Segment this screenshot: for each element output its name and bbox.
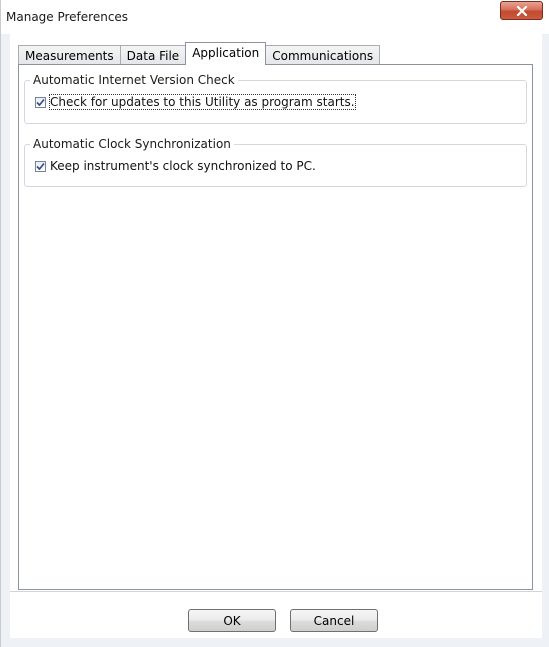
cancel-button[interactable]: Cancel (290, 609, 378, 632)
window-title: Manage Preferences (6, 10, 129, 24)
tab-label: Application (192, 46, 260, 60)
tab-strip: Measurements Data File Application Commu… (18, 42, 381, 65)
clock-sync-checkbox[interactable] (35, 160, 46, 172)
close-button[interactable] (500, 1, 543, 20)
application-tab-panel: Automatic Internet Version Check Check f… (18, 64, 533, 590)
checkmark-icon (36, 162, 45, 170)
clock-synchronization-group: Automatic Clock Synchronization Keep ins… (24, 137, 527, 187)
tab-label: Measurements (25, 48, 114, 63)
check-updates-checkbox[interactable] (35, 96, 46, 108)
tab-label: Data File (126, 48, 180, 63)
tab-data-file[interactable]: Data File (119, 45, 187, 65)
checkbox-label: Keep instrument's clock synchronized to … (50, 159, 316, 173)
tab-label: Communications (272, 48, 374, 63)
group-title: Automatic Clock Synchronization (30, 137, 234, 151)
internet-version-check-group: Automatic Internet Version Check Check f… (24, 73, 527, 124)
tab-communications[interactable]: Communications (265, 45, 381, 65)
check-updates-checkbox-row[interactable]: Check for updates to this Utility as pro… (35, 94, 356, 110)
group-title: Automatic Internet Version Check (30, 73, 238, 87)
checkbox-label: Check for updates to this Utility as pro… (49, 94, 356, 110)
checkmark-icon (36, 98, 45, 106)
tab-application[interactable]: Application (185, 42, 267, 65)
dialog-body: Measurements Data File Application Commu… (10, 34, 542, 638)
tab-measurements[interactable]: Measurements (18, 45, 121, 65)
footer-divider (10, 591, 542, 592)
manage-preferences-window: Manage Preferences Measurements Data Fil… (0, 0, 549, 647)
ok-button[interactable]: OK (188, 609, 276, 632)
close-icon (516, 5, 528, 16)
title-bar: Manage Preferences (1, 0, 549, 34)
clock-sync-checkbox-row[interactable]: Keep instrument's clock synchronized to … (35, 159, 316, 173)
